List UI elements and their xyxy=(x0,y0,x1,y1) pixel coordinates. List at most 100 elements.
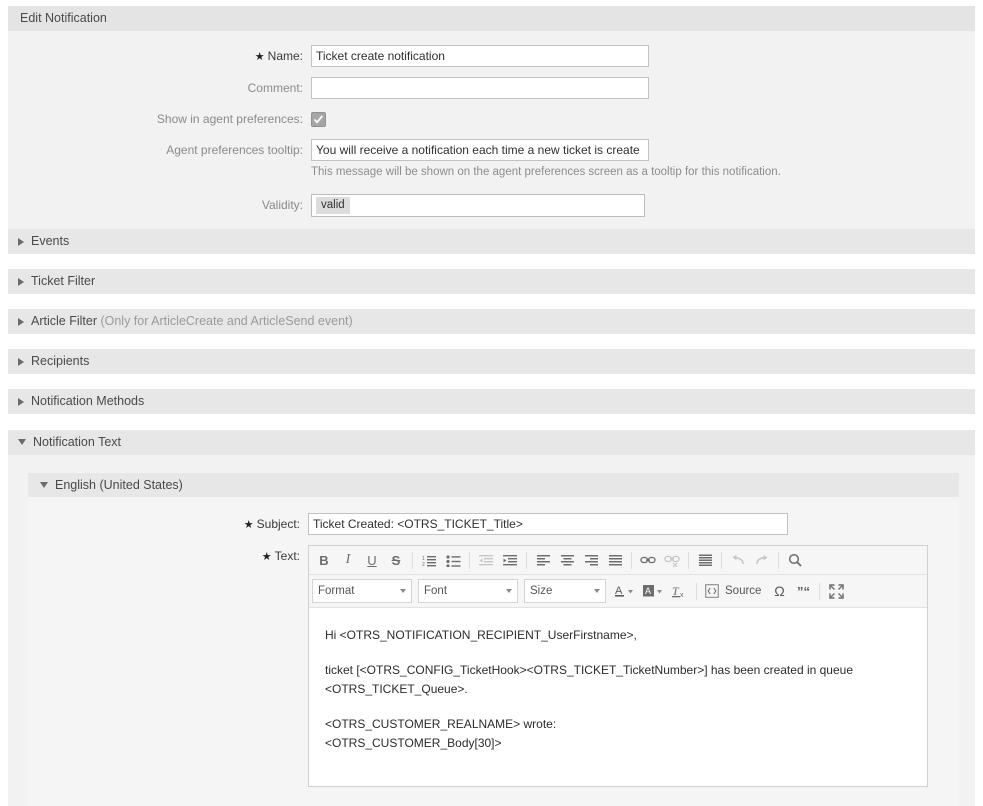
undo-icon[interactable] xyxy=(726,549,750,571)
size-select-label: Size xyxy=(530,585,553,597)
format-select[interactable]: Format xyxy=(312,579,412,603)
toolbar-separator xyxy=(631,551,632,569)
chevron-down-icon xyxy=(40,482,48,488)
editor-toolbar-row-2: Format Font Size A A T x Source Ω ”“ xyxy=(309,575,927,608)
agent-preferences-tooltip-label: Agent preferences tooltip: xyxy=(166,143,303,157)
special-character-icon[interactable]: Ω xyxy=(767,580,791,602)
rich-text-editor: B I U S 12 Format Font Size A A T x Sour… xyxy=(308,545,928,787)
section-ticket-filter[interactable]: Ticket Filter xyxy=(8,269,975,294)
text-direction-icon[interactable]: ”“ xyxy=(791,580,815,602)
show-in-agent-preferences-label: Show in agent preferences: xyxy=(156,112,303,126)
field-row-validity: Validity: valid xyxy=(8,194,975,217)
section-events-label: Events xyxy=(31,234,70,248)
section-events[interactable]: Events xyxy=(8,229,975,254)
editor-toolbar-row-1: B I U S 12 xyxy=(309,546,927,575)
chevron-down-icon xyxy=(506,589,512,593)
source-button-label: Source xyxy=(725,585,762,597)
link-icon[interactable] xyxy=(636,549,660,571)
outdent-icon[interactable] xyxy=(474,549,498,571)
agent-preferences-tooltip-help: This message will be shown on the agent … xyxy=(311,166,781,178)
language-panel-english: English (United States) ★ Subject: Ticke… xyxy=(28,473,959,806)
chevron-right-icon xyxy=(18,358,24,366)
find-icon[interactable] xyxy=(783,549,807,571)
unlink-icon[interactable] xyxy=(660,549,684,571)
editor-paragraph-wrote: <OTRS_CUSTOMER_REALNAME> wrote: xyxy=(325,717,557,731)
numbered-list-icon[interactable]: 12 xyxy=(417,549,441,571)
required-star-icon: ★ xyxy=(243,519,254,531)
toolbar-separator xyxy=(412,551,413,569)
source-button[interactable]: Source xyxy=(701,584,767,598)
widget-title: Edit Notification xyxy=(8,6,975,31)
source-icon xyxy=(705,584,719,598)
align-right-icon[interactable] xyxy=(579,549,603,571)
validity-selected-option[interactable]: valid xyxy=(316,197,350,214)
section-recipients-label: Recipients xyxy=(31,354,90,368)
validity-label: Validity: xyxy=(261,198,303,212)
section-article-filter-note: (Only for ArticleCreate and ArticleSend … xyxy=(100,314,353,328)
section-notification-text-header[interactable]: Notification Text xyxy=(8,430,975,455)
name-label: ★ Name: xyxy=(254,49,303,63)
background-color-icon[interactable]: A xyxy=(640,580,668,602)
chevron-down-icon xyxy=(18,439,26,445)
required-star-icon: ★ xyxy=(254,51,265,63)
toolbar-separator xyxy=(819,582,821,600)
widget-body: ★Name: Comment: Show in agent preference… xyxy=(8,31,975,244)
section-article-filter-label: Article Filter xyxy=(31,314,97,328)
strikethrough-icon[interactable]: S xyxy=(384,549,408,571)
indent-icon[interactable] xyxy=(498,549,522,571)
toolbar-separator xyxy=(688,551,689,569)
toolbar-separator xyxy=(696,582,697,600)
field-row-comment: Comment: xyxy=(8,77,975,99)
chevron-down-icon xyxy=(594,589,600,593)
field-row-text: ★ Text: B I U S 1 2 Format Font Size A A… xyxy=(28,545,959,787)
comment-label: Comment: xyxy=(247,81,303,95)
toolbar-separator xyxy=(778,551,779,569)
text-label: ★ Text: xyxy=(261,549,300,563)
align-left-icon[interactable] xyxy=(531,549,555,571)
svg-text:T: T xyxy=(672,584,680,598)
required-star-icon: ★ xyxy=(261,551,272,563)
section-ticket-filter-label: Ticket Filter xyxy=(31,274,96,288)
bold-icon[interactable]: B xyxy=(312,549,336,571)
redo-icon[interactable] xyxy=(750,549,774,571)
notification-text-body: English (United States) ★ Subject: Ticke… xyxy=(8,455,975,806)
show-in-agent-preferences-checkbox[interactable] xyxy=(311,112,326,127)
language-panel-header[interactable]: English (United States) xyxy=(28,473,959,497)
validity-select[interactable]: valid xyxy=(311,194,645,217)
subject-label: ★ Subject: xyxy=(243,517,300,531)
section-notification-text-label: Notification Text xyxy=(33,435,122,449)
editor-paragraph-body: <OTRS_CUSTOMER_Body[30]> xyxy=(325,736,502,750)
field-row-subject: ★ Subject: xyxy=(28,513,959,536)
blockquote-icon[interactable] xyxy=(693,549,717,571)
size-select[interactable]: Size xyxy=(524,579,606,603)
chevron-right-icon xyxy=(18,398,24,406)
section-article-filter[interactable]: Article Filter (Only for ArticleCreate a… xyxy=(8,309,975,334)
text-color-icon[interactable]: A xyxy=(612,580,640,602)
comment-input[interactable] xyxy=(311,77,649,99)
field-row-show-in-agent-preferences: Show in agent preferences: xyxy=(8,108,975,130)
svg-text:2: 2 xyxy=(422,562,425,567)
maximize-icon[interactable] xyxy=(824,580,848,602)
editor-paragraph-ticket: ticket [<OTRS_CONFIG_TicketHook><OTRS_TI… xyxy=(325,663,853,696)
chevron-right-icon xyxy=(18,278,24,286)
align-center-icon[interactable] xyxy=(555,549,579,571)
font-select[interactable]: Font xyxy=(418,579,518,603)
chevron-right-icon xyxy=(18,238,24,246)
edit-notification-page: Edit Notification ★Name: Comment: xyxy=(0,0,983,806)
edit-notification-widget: Edit Notification ★Name: Comment: xyxy=(8,6,975,244)
subject-input[interactable] xyxy=(308,513,788,535)
italic-icon[interactable]: I xyxy=(336,549,360,571)
align-justify-icon[interactable] xyxy=(603,549,627,571)
check-icon xyxy=(313,115,324,124)
section-notification-methods[interactable]: Notification Methods xyxy=(8,389,975,414)
remove-format-icon[interactable]: Tx xyxy=(668,580,692,602)
underline-icon[interactable]: U xyxy=(360,549,384,571)
section-notification-methods-label: Notification Methods xyxy=(31,394,145,408)
name-input[interactable] xyxy=(311,45,649,67)
section-recipients[interactable]: Recipients xyxy=(8,349,975,374)
bulleted-list-icon[interactable] xyxy=(441,549,465,571)
svg-text:x: x xyxy=(680,592,684,599)
field-row-agent-preferences-tooltip: Agent preferences tooltip: This message … xyxy=(8,139,975,180)
agent-preferences-tooltip-input[interactable] xyxy=(311,139,649,161)
editor-content-area[interactable]: Hi <OTRS_NOTIFICATION_RECIPIENT_UserFirs… xyxy=(309,608,927,786)
